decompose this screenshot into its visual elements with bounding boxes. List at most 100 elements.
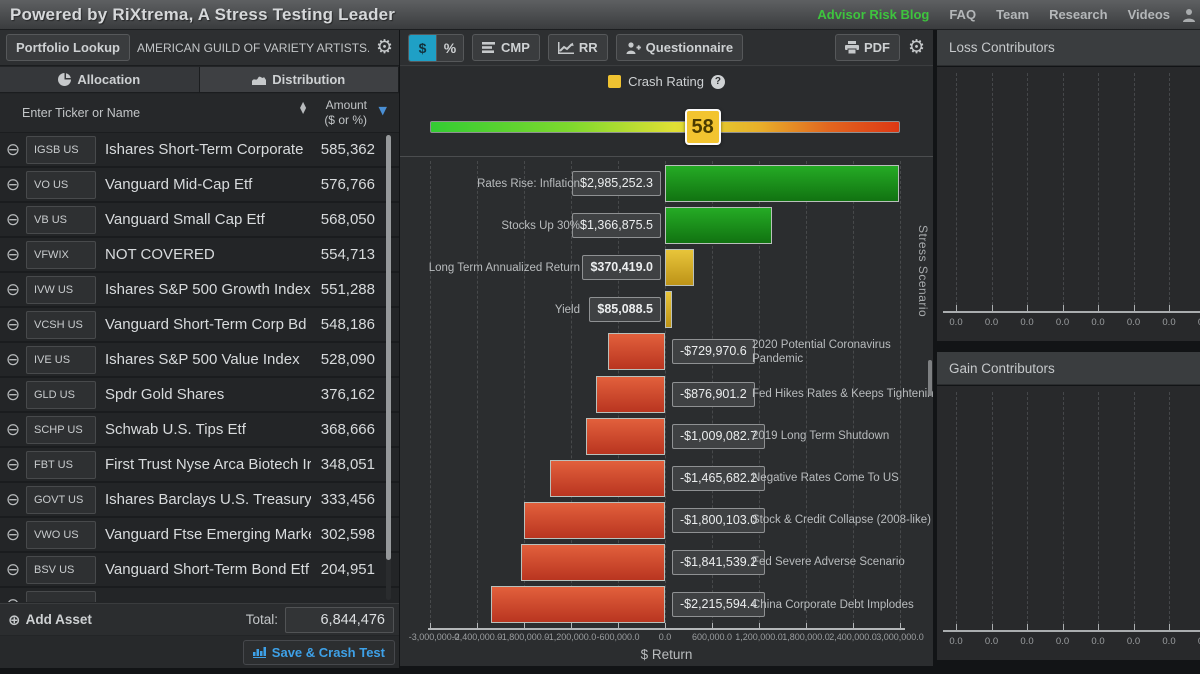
asset-name: Ishares Short-Term Corporate bbox=[96, 141, 311, 158]
questionnaire-button[interactable]: Questionnaire bbox=[616, 34, 743, 61]
scenario-value-box[interactable]: -$876,901.2 bbox=[672, 382, 755, 407]
scenario-bar[interactable] bbox=[665, 291, 672, 328]
x-tick-label: 0.0 bbox=[1091, 636, 1104, 647]
pdf-button[interactable]: PDF bbox=[835, 34, 900, 61]
scenario-label: 2020 Potential Coronavirus Pandemic bbox=[752, 333, 891, 370]
scenario-bar[interactable] bbox=[665, 165, 899, 202]
ticker-box[interactable]: VCSH US bbox=[26, 311, 96, 339]
dollar-view-button[interactable]: $ bbox=[409, 35, 436, 61]
remove-asset-icon[interactable]: ⊖ bbox=[0, 210, 26, 230]
ticker-box[interactable]: VWO US bbox=[26, 521, 96, 549]
ticker-box[interactable]: IVE US bbox=[26, 346, 96, 374]
remove-asset-icon[interactable]: ⊖ bbox=[0, 140, 26, 160]
x-tick-label: 0.0 bbox=[1162, 636, 1175, 647]
portfolio-lookup-button[interactable]: Portfolio Lookup bbox=[6, 34, 130, 61]
cmp-label: CMP bbox=[501, 40, 530, 55]
ticker-box[interactable]: IGSB US bbox=[26, 136, 96, 164]
gridline bbox=[956, 73, 957, 305]
navbar-links: Advisor Risk Blog FAQ Team Research Videos bbox=[817, 7, 1170, 22]
rr-label: RR bbox=[579, 40, 598, 55]
scenario-value-box[interactable]: $2,985,252.3 bbox=[572, 171, 661, 196]
x-axis-title: $ Return bbox=[400, 647, 933, 662]
remove-asset-icon[interactable]: ⊖ bbox=[0, 315, 26, 335]
scenario-bar[interactable] bbox=[524, 502, 665, 539]
scenario-value-box[interactable]: -$729,970.6 bbox=[672, 339, 755, 364]
gear-icon[interactable]: ⚙ bbox=[376, 38, 393, 57]
x-tick-label: -1,200,000.0 bbox=[546, 632, 597, 642]
ticker-box[interactable]: GLD US bbox=[26, 381, 96, 409]
scenario-bar[interactable] bbox=[491, 586, 665, 623]
scenario-bar[interactable] bbox=[608, 333, 665, 370]
crash-rating-slider[interactable] bbox=[430, 121, 900, 133]
scenario-bar[interactable] bbox=[521, 544, 665, 581]
rr-button[interactable]: RR bbox=[548, 34, 608, 61]
ticker-box[interactable]: VB US bbox=[26, 206, 96, 234]
remove-asset-icon[interactable]: ⊖ bbox=[0, 245, 26, 265]
remove-asset-icon[interactable]: ⊖ bbox=[0, 455, 26, 475]
total-label: Total: bbox=[246, 612, 278, 627]
table-scrollbar-thumb[interactable] bbox=[386, 135, 391, 560]
sort-icon[interactable]: ▲▼ bbox=[300, 102, 306, 114]
ticker-box[interactable]: BSV US bbox=[26, 556, 96, 584]
nav-link[interactable]: Advisor Risk Blog bbox=[817, 7, 929, 22]
x-tick-label: -2,400,000.0 bbox=[452, 632, 503, 642]
table-row: ⊖SCHP USSchwab U.S. Tips Etf368,666 bbox=[0, 413, 399, 448]
scenario-bar[interactable] bbox=[665, 207, 772, 244]
sort-desc-icon[interactable]: ▼ bbox=[379, 104, 387, 117]
stress-chart: $2,985,252.3Rates Rise: Inflation$1,366,… bbox=[400, 157, 933, 630]
ticker-box[interactable]: VO US bbox=[26, 171, 96, 199]
scenario-bar[interactable] bbox=[596, 376, 665, 413]
user-icon[interactable] bbox=[1182, 8, 1196, 22]
gridline bbox=[1063, 392, 1064, 624]
tab-distribution[interactable]: Distribution bbox=[200, 67, 400, 93]
ticker-box[interactable]: SCHP US bbox=[26, 416, 96, 444]
tab-allocation[interactable]: Allocation bbox=[0, 67, 200, 93]
plus-circle-icon: ⊕ bbox=[8, 611, 21, 629]
remove-asset-icon[interactable]: ⊖ bbox=[0, 560, 26, 580]
remove-asset-icon[interactable]: ⊖ bbox=[0, 420, 26, 440]
asset-name: First Trust Nyse Arca Biotech Ir bbox=[96, 456, 311, 473]
cmp-button[interactable]: CMP bbox=[472, 34, 540, 61]
scenario-bar[interactable] bbox=[550, 460, 665, 497]
gridline bbox=[992, 392, 993, 624]
portfolio-select[interactable]: AMERICAN GUILD OF VARIETY ARTISTS... ▾ bbox=[137, 41, 369, 55]
add-asset-button[interactable]: ⊕ Add Asset bbox=[8, 611, 92, 629]
crash-rating-marker[interactable]: 58 bbox=[685, 109, 721, 145]
scenario-value-box[interactable]: $1,366,875.5 bbox=[572, 213, 661, 238]
remove-asset-icon[interactable]: ⊖ bbox=[0, 385, 26, 405]
ticker-search-input[interactable] bbox=[22, 103, 282, 123]
chart-scrollbar-thumb[interactable] bbox=[928, 360, 932, 396]
remove-asset-icon[interactable]: ⊖ bbox=[0, 175, 26, 195]
nav-link[interactable]: Team bbox=[996, 7, 1029, 22]
asset-rows: ⊖IGSB USIshares Short-Term Corporate585,… bbox=[0, 133, 399, 602]
x-tick-label: 0.0 bbox=[1127, 317, 1140, 328]
asset-name: Vanguard Mid-Cap Etf bbox=[96, 176, 311, 193]
crash-rating-label: Crash Rating bbox=[628, 74, 704, 89]
scenario-label: Yield bbox=[400, 291, 580, 328]
ticker-box[interactable] bbox=[26, 591, 96, 603]
remove-asset-icon[interactable]: ⊖ bbox=[0, 350, 26, 370]
nav-link[interactable]: FAQ bbox=[949, 7, 976, 22]
gear-icon[interactable]: ⚙ bbox=[908, 38, 925, 57]
nav-link[interactable]: Research bbox=[1049, 7, 1108, 22]
ticker-box[interactable]: GOVT US bbox=[26, 486, 96, 514]
scenario-bar[interactable] bbox=[665, 249, 694, 286]
help-icon[interactable]: ? bbox=[711, 75, 725, 89]
save-crash-test-button[interactable]: Save & Crash Test bbox=[243, 640, 395, 665]
scenario-value-box[interactable]: $370,419.0 bbox=[582, 255, 661, 280]
scenario-bar[interactable] bbox=[586, 418, 665, 455]
x-tick-label: 1,200,000.0 bbox=[735, 632, 783, 642]
scenario-value-box[interactable]: $85,088.5 bbox=[589, 297, 661, 322]
remove-asset-icon[interactable]: ⊖ bbox=[0, 525, 26, 545]
ticker-box[interactable]: IVW US bbox=[26, 276, 96, 304]
table-row: ⊖ bbox=[0, 588, 399, 602]
nav-link[interactable]: Videos bbox=[1128, 7, 1170, 22]
percent-view-button[interactable]: % bbox=[436, 35, 463, 61]
ticker-box[interactable]: VFWIX bbox=[26, 241, 96, 269]
remove-asset-icon[interactable]: ⊖ bbox=[0, 280, 26, 300]
remove-asset-icon[interactable]: ⊖ bbox=[0, 595, 26, 603]
ticker-box[interactable]: FBT US bbox=[26, 451, 96, 479]
total-value: 6,844,476 bbox=[285, 607, 394, 633]
asset-name: NOT COVERED bbox=[96, 246, 311, 263]
remove-asset-icon[interactable]: ⊖ bbox=[0, 490, 26, 510]
